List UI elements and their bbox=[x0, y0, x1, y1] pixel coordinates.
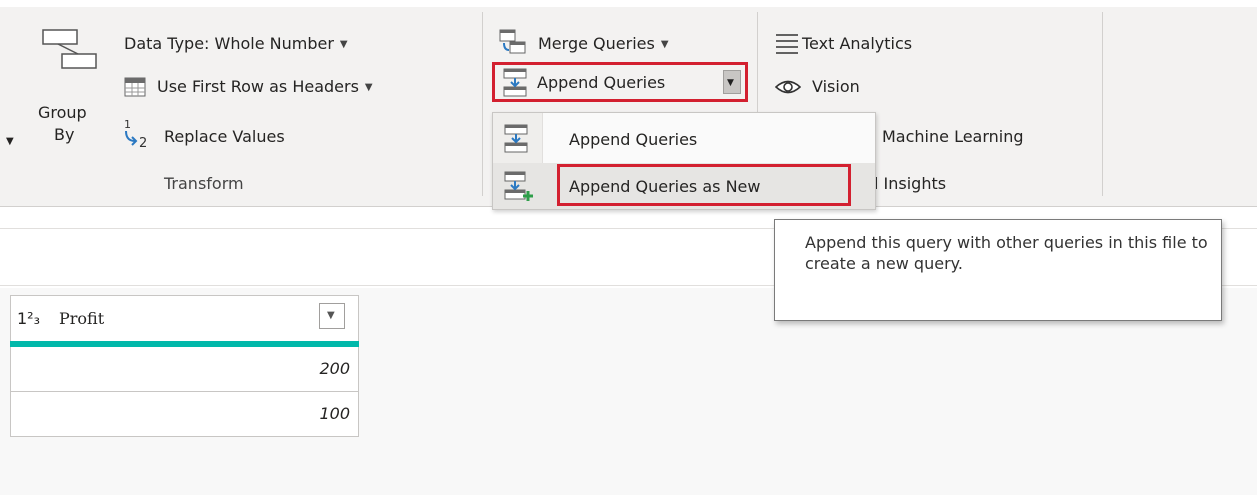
merge-queries-icon bbox=[499, 29, 526, 54]
vision-label: Vision bbox=[812, 77, 860, 96]
table-row[interactable]: 200 bbox=[10, 347, 359, 392]
dropdown-caret-icon: ▼ bbox=[660, 38, 669, 50]
dropdown-caret-icon: ▼ bbox=[727, 78, 734, 88]
group-by-label-1: Group bbox=[38, 103, 87, 122]
append-queries-dropdown-toggle[interactable]: ▼ bbox=[723, 70, 741, 94]
use-first-row-label: Use First Row as Headers bbox=[157, 77, 359, 96]
group-divider bbox=[482, 12, 483, 196]
tooltip-text: Append this query with other queries in … bbox=[805, 233, 1208, 273]
menu-item-append-queries[interactable]: Append Queries bbox=[493, 115, 875, 161]
data-type-label: Data Type: Whole Number bbox=[124, 34, 334, 53]
table-row[interactable]: 100 bbox=[10, 392, 359, 437]
menu-item-label: Append Queries bbox=[569, 130, 698, 149]
group-by-label-2: By bbox=[54, 125, 75, 144]
ribbon-top-strip bbox=[0, 0, 1257, 7]
cell-value: 100 bbox=[319, 404, 350, 423]
svg-text:2: 2 bbox=[139, 136, 147, 151]
group-divider bbox=[1102, 12, 1103, 196]
append-as-new-icon bbox=[504, 171, 533, 201]
append-queries-label: Append Queries bbox=[537, 73, 666, 92]
append-queries-icon bbox=[504, 124, 528, 153]
merge-queries-label: Merge Queries bbox=[538, 34, 655, 53]
replace-values-label: Replace Values bbox=[164, 127, 285, 146]
highlight-box bbox=[557, 164, 851, 206]
append-queries-icon bbox=[503, 68, 527, 97]
svg-text:1: 1 bbox=[124, 118, 131, 131]
append-queries-split-button[interactable]: Append Queries ▼ bbox=[492, 62, 748, 102]
ai-insights-group-label: l Insights bbox=[874, 174, 947, 193]
filter-dropdown-icon: ▼ bbox=[327, 310, 335, 321]
transform-group-label: Transform bbox=[164, 174, 244, 193]
use-first-row-text: Use First Row as Headers ▼ bbox=[157, 77, 373, 98]
text-analytics-icon bbox=[776, 34, 798, 54]
vision-icon bbox=[775, 80, 801, 94]
filter-dropdown-button[interactable]: ▼ bbox=[319, 303, 345, 329]
text-analytics-label: Text Analytics bbox=[802, 34, 913, 53]
chevron-down-icon[interactable]: ▼ bbox=[6, 132, 14, 152]
column-header-profit[interactable]: 1²₃ Profit bbox=[10, 295, 359, 341]
data-type-text: Data Type: Whole Number ▼ bbox=[124, 34, 348, 55]
tooltip: Append this query with other queries in … bbox=[774, 219, 1222, 321]
table-headers-icon bbox=[124, 77, 146, 97]
dropdown-caret-icon: ▼ bbox=[364, 81, 373, 93]
column-type-icon[interactable]: 1²₃ bbox=[17, 309, 40, 329]
column-name: Profit bbox=[59, 309, 105, 328]
azure-ml-button-label[interactable]: Machine Learning bbox=[882, 127, 1024, 147]
merge-queries-text: Merge Queries ▼ bbox=[538, 34, 669, 55]
replace-values-icon: 1 2 bbox=[124, 118, 147, 151]
cell-value: 200 bbox=[319, 359, 350, 378]
dropdown-caret-icon: ▼ bbox=[339, 38, 348, 50]
group-by-icon bbox=[42, 29, 97, 69]
